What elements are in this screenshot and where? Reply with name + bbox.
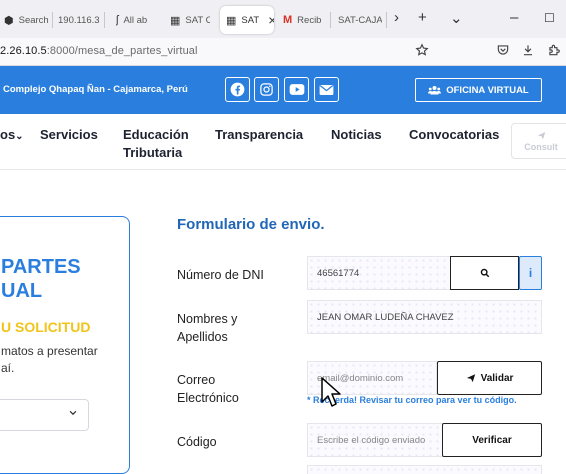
nav-item-convocatorias[interactable]: Convocatorias [409, 126, 499, 144]
nombres-field[interactable]: JEAN OMAR LUDEÑA CHAVEZ [307, 300, 542, 334]
card-title: PARTES UAL [1, 255, 81, 303]
dni-field[interactable]: 46561774 [307, 256, 451, 290]
validar-button[interactable]: Validar [437, 361, 542, 395]
nav-item-label: os [0, 127, 16, 142]
download-icon[interactable] [521, 43, 535, 57]
dni-search-button[interactable] [450, 256, 519, 290]
nav-item-servicios[interactable]: Servicios [40, 126, 98, 144]
instagram-link[interactable] [254, 77, 279, 102]
tab-label: SAT [241, 14, 260, 26]
address-bar[interactable]: 2.26.10.5:8000/mesa_de_partes_virtual [0, 38, 566, 66]
tab-separator [330, 12, 331, 28]
search-icon [480, 268, 489, 278]
tab-label: All ab [123, 14, 148, 26]
paper-plane-icon [537, 131, 545, 139]
card-description: matos a presentar aí. [1, 343, 98, 377]
oficina-virtual-button[interactable]: OFICINA VIRTUAL [415, 78, 542, 102]
tab-list-chevron-icon[interactable]: ⌄ [450, 9, 463, 27]
url-text[interactable]: 2.26.10.5:8000/mesa_de_partes_virtual [0, 45, 198, 57]
tab-all-about[interactable]: ʃ All ab [116, 6, 156, 34]
tab-sat-active[interactable]: ▦ SAT × [220, 6, 274, 34]
main-nav: os⌄ Servicios Educación Tributaria Transp… [0, 114, 566, 170]
codigo-label: Código [177, 435, 217, 449]
document-type-select[interactable] [0, 399, 89, 431]
maximize-icon[interactable]: ☐ [544, 11, 555, 25]
envelope-icon [319, 84, 334, 95]
tab-separator [52, 12, 53, 28]
label-line: Correo [177, 373, 216, 387]
url-path: :8000/mesa_de_partes_virtual [46, 45, 198, 57]
verificar-button[interactable]: Verificar [442, 423, 542, 457]
nav-item-educacion-tributaria[interactable]: Educación Tributaria [123, 126, 189, 162]
minimize-icon[interactable]: – [510, 9, 518, 26]
tab-label: SAT C [185, 14, 210, 26]
tab-label: Recib [297, 14, 322, 26]
gmail-icon: M [283, 14, 293, 26]
nav-item-label: Educación [123, 127, 189, 142]
card-title-line: UAL [1, 280, 43, 302]
chevron-down-icon [69, 410, 77, 416]
tab-label: SAT-CAJA [338, 14, 382, 26]
card-title-line: PARTES [1, 256, 81, 278]
tab-favicon: ʃ [116, 14, 119, 26]
info-card: PARTES UAL U SOLICITUD matos a presentar… [0, 216, 130, 474]
tab-favicon: ▦ [170, 14, 181, 27]
oficina-virtual-label: OFICINA VIRTUAL [446, 84, 529, 96]
nav-item-noticias[interactable]: Noticias [331, 126, 382, 144]
scroll-tabs-right-icon[interactable]: › [394, 9, 399, 26]
tab-search[interactable]: ⬢ Search [4, 6, 50, 34]
bookmark-star-icon[interactable] [415, 43, 429, 57]
tab-sat-caja[interactable]: SAT-CAJA [338, 6, 382, 34]
label-line: Nombres y [177, 312, 238, 326]
new-tab-icon[interactable]: + [418, 9, 427, 26]
location-text: Complejo Qhapaq Ñan - Cajamarca, Perú [3, 84, 188, 95]
nav-item-transparencia[interactable]: Transparencia [215, 126, 303, 144]
info-icon: i [528, 266, 533, 280]
tab-separator [386, 12, 387, 28]
browser-window: ⬢ Search 190.116.36 ʃ All ab ▦ SAT C ▦ S… [0, 0, 566, 474]
pocket-icon[interactable] [496, 43, 510, 57]
chevron-down-icon: ⌄ [15, 131, 24, 142]
users-icon [428, 86, 442, 95]
instagram-icon [260, 83, 273, 96]
nombres-label: Nombres y Apellidos [177, 310, 237, 346]
card-description-line: matos a presentar [1, 344, 98, 358]
label-line: Apellidos [177, 330, 228, 344]
consulta-button[interactable]: Consult [511, 123, 566, 159]
tab-favicon: ⬢ [4, 14, 14, 27]
tab-ip-address[interactable]: 190.116.36 [58, 6, 100, 34]
tab-sat-c[interactable]: ▦ SAT C [170, 6, 210, 34]
nav-item-tramites[interactable]: os⌄ [0, 126, 24, 146]
tab-close-icon[interactable]: × [268, 12, 274, 28]
codigo-field[interactable]: Escribe el código enviado [307, 423, 443, 457]
dni-label: Número de DNI [177, 268, 264, 282]
tab-label: Search [18, 14, 49, 26]
facebook-link[interactable] [225, 77, 250, 102]
form-title: Formulario de envio. [177, 216, 325, 233]
email-link[interactable] [314, 77, 339, 102]
card-subtitle: U SOLICITUD [1, 319, 91, 335]
validar-label: Validar [480, 372, 514, 384]
next-field-partial[interactable] [307, 465, 542, 474]
tab-strip: ⬢ Search 190.116.36 ʃ All ab ▦ SAT C ▦ S… [0, 0, 566, 38]
facebook-icon [230, 82, 245, 97]
url-host: 2.26.10.5 [0, 45, 47, 57]
label-line: Electrónico [177, 391, 239, 405]
tab-favicon: ▦ [226, 14, 237, 27]
correo-label: Correo Electrónico [177, 371, 239, 407]
extensions-puzzle-icon[interactable] [547, 43, 561, 57]
card-description-line: aí. [1, 361, 15, 375]
dni-info-button[interactable]: i [519, 256, 542, 290]
tab-recibidos[interactable]: M Recib [283, 6, 327, 34]
nav-item-label: Tributaria [123, 145, 183, 160]
youtube-link[interactable] [284, 77, 309, 102]
tab-separator [104, 12, 105, 28]
mouse-cursor-icon [321, 377, 341, 407]
consulta-label: Consult [524, 141, 558, 152]
paper-plane-icon [466, 374, 475, 383]
tab-label: 190.116.36 [58, 14, 100, 26]
youtube-icon [289, 84, 304, 95]
top-info-bar: Complejo Qhapaq Ñan - Cajamarca, Perú OF… [0, 66, 566, 114]
